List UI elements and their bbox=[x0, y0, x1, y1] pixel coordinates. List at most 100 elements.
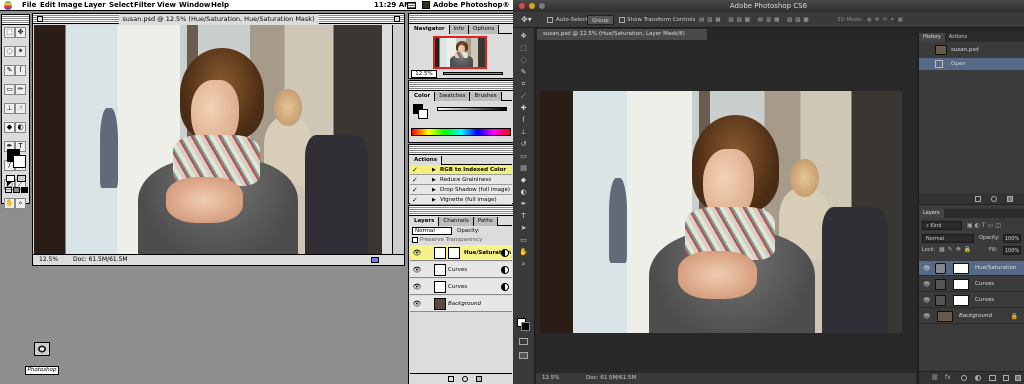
eraser-tool-icon[interactable]: ▭ bbox=[4, 84, 15, 95]
blur-tool-icon[interactable]: ◆ bbox=[518, 176, 529, 185]
navigator-thumbnail[interactable] bbox=[433, 36, 487, 69]
layer-row[interactable]: 👁 Curves bbox=[919, 293, 1024, 308]
tab-layers[interactable]: Layers bbox=[410, 217, 440, 226]
folder-icon[interactable] bbox=[989, 375, 996, 381]
lasso-tool-icon[interactable]: ◌ bbox=[518, 56, 529, 65]
menu-window[interactable]: Window bbox=[179, 0, 210, 11]
layer-row[interactable]: 👁 Curves bbox=[919, 277, 1024, 292]
group-select[interactable]: Group bbox=[587, 15, 614, 25]
fx-icon[interactable]: fx bbox=[945, 374, 951, 381]
layer-row[interactable]: 👁 Hue/Saturation bbox=[919, 261, 1024, 276]
mask-thumb[interactable] bbox=[953, 279, 969, 290]
action-item[interactable]: ✓ ▶ Vignette (full image) bbox=[410, 195, 512, 205]
background-color-swatch[interactable] bbox=[521, 322, 530, 331]
align-buttons-icon[interactable]: ▤▥▦ ▧▨▩ ▤▥▦ ▧▨▩ bbox=[699, 12, 812, 28]
screen-mode-full-menu-icon[interactable] bbox=[13, 187, 20, 193]
move-tool-preset-icon[interactable]: ✥▾ bbox=[521, 12, 532, 28]
color-bg-swatch[interactable] bbox=[418, 109, 428, 119]
navigator-zoom-slider[interactable] bbox=[443, 72, 503, 75]
mask-thumb[interactable] bbox=[953, 295, 969, 306]
mask-thumb[interactable] bbox=[953, 263, 969, 274]
standard-mode-icon[interactable] bbox=[6, 175, 15, 182]
eye-icon[interactable]: 👁 bbox=[412, 296, 422, 312]
quick-select-icon[interactable]: ✎ bbox=[518, 68, 529, 77]
move-tool-icon[interactable]: ✥ bbox=[15, 27, 26, 38]
action-item[interactable]: ✓ ▶ Reduce Graininess bbox=[410, 175, 512, 185]
close-button-icon[interactable] bbox=[519, 3, 525, 9]
menu-file[interactable]: File bbox=[22, 0, 36, 11]
layer-filter-icons[interactable]: ▣◐T▭◫ bbox=[967, 222, 1003, 229]
auto-select-checkbox[interactable] bbox=[547, 17, 553, 23]
marquee-tool-icon[interactable]: ⬚ bbox=[4, 27, 15, 38]
move-tool-icon[interactable]: ✥ bbox=[518, 32, 529, 41]
blend-mode-select[interactable]: Normal bbox=[412, 227, 452, 235]
crop-tool-icon[interactable]: ⌗ bbox=[518, 80, 529, 89]
cs6-canvas-area[interactable] bbox=[536, 40, 916, 372]
menu-filter[interactable]: Filter bbox=[134, 0, 155, 11]
expand-triangle-icon[interactable]: ▶ bbox=[432, 195, 436, 205]
blend-mode-select[interactable]: Normal bbox=[922, 234, 974, 243]
eyedropper-tool-icon[interactable]: ⟋ bbox=[518, 92, 529, 101]
preserve-transparency-checkbox[interactable] bbox=[412, 237, 418, 243]
screen-mode-full-icon[interactable] bbox=[21, 187, 28, 193]
menu-help[interactable]: Help bbox=[211, 0, 229, 11]
paintbrush-tool-icon[interactable]: ſ bbox=[15, 65, 26, 76]
expand-triangle-icon[interactable]: ▶ bbox=[432, 185, 436, 195]
eye-icon[interactable]: 👁 bbox=[412, 279, 422, 295]
eye-icon[interactable]: 👁 bbox=[923, 293, 931, 308]
add-mask-icon[interactable] bbox=[961, 375, 967, 381]
dodge-tool-icon[interactable]: ◐ bbox=[518, 188, 529, 197]
tab-paths[interactable]: Paths bbox=[473, 217, 498, 226]
pencil-tool-icon[interactable]: ✏ bbox=[15, 84, 26, 95]
lock-icons[interactable]: ▦✎✥🔒 bbox=[939, 246, 974, 253]
eye-icon[interactable]: 👁 bbox=[923, 277, 931, 292]
eye-icon[interactable]: 👁 bbox=[923, 261, 931, 276]
tab-actions[interactable]: Actions bbox=[410, 156, 442, 165]
action-item[interactable]: ✓ ▶ Drop Shadow (full image) bbox=[410, 185, 512, 195]
layer-row[interactable]: 👁 Hue/Saturation bbox=[410, 245, 512, 261]
eye-icon[interactable]: 👁 bbox=[412, 245, 422, 261]
hand-tool-icon[interactable]: ✋ bbox=[4, 198, 15, 209]
menu-image[interactable]: Image bbox=[58, 0, 82, 11]
mask-icon[interactable] bbox=[462, 376, 468, 382]
zoom-tool-icon[interactable]: ⌕ bbox=[15, 198, 26, 209]
checkmark-icon[interactable]: ✓ bbox=[412, 185, 420, 195]
dodge-tool-icon[interactable]: ◐ bbox=[15, 122, 26, 133]
layer-filter-select[interactable]: ⌕ Kind bbox=[922, 221, 962, 230]
tab-channels[interactable]: Channels bbox=[439, 217, 474, 226]
tab-options[interactable]: Options bbox=[468, 25, 500, 34]
toolbox-titlebar[interactable] bbox=[2, 15, 29, 25]
menu-edit[interactable]: Edit bbox=[40, 0, 56, 11]
new-layer-icon[interactable] bbox=[1003, 375, 1009, 381]
flag-icon[interactable] bbox=[407, 2, 416, 9]
scroll-right-arrow-icon[interactable] bbox=[371, 257, 379, 263]
zoom-button-icon[interactable] bbox=[539, 3, 545, 9]
history-brush-icon[interactable]: ↺ bbox=[518, 140, 529, 149]
navigator-zoom-field[interactable]: 12.5% bbox=[411, 70, 437, 78]
vertical-scrollbar[interactable] bbox=[392, 25, 404, 255]
action-item[interactable]: ✓ ▶ RGB to Indexed Color bbox=[410, 165, 512, 175]
tab-layers[interactable]: Layers bbox=[919, 209, 944, 218]
layer-row[interactable]: 👁 Curves bbox=[410, 262, 512, 278]
apple-icon[interactable] bbox=[4, 1, 12, 10]
eye-icon[interactable]: 👁 bbox=[412, 262, 422, 278]
layer-row[interactable]: 👁 Background bbox=[410, 296, 512, 312]
minimize-button-icon[interactable] bbox=[529, 3, 535, 9]
gradient-tool-icon[interactable]: ▤ bbox=[518, 164, 529, 173]
smudge-tool-icon[interactable]: ☝ bbox=[15, 103, 26, 114]
document-canvas-photo[interactable] bbox=[540, 91, 902, 333]
navigator-titlebar[interactable] bbox=[409, 14, 513, 24]
stamp-tool-icon[interactable]: ⊥ bbox=[4, 103, 15, 114]
color-ramp[interactable] bbox=[411, 128, 511, 136]
healing-tool-icon[interactable]: ✚ bbox=[518, 104, 529, 113]
eye-icon[interactable]: 👁 bbox=[923, 309, 931, 324]
color-titlebar[interactable] bbox=[409, 81, 513, 91]
3d-mode-icons[interactable]: ◉✥⟲✦▣ bbox=[867, 12, 906, 28]
tab-info[interactable]: Info bbox=[449, 25, 469, 34]
pen-tool-icon[interactable]: ✒ bbox=[518, 200, 529, 209]
cs6-titlebar[interactable]: Adobe Photoshop CS6 bbox=[513, 0, 1024, 12]
tab-navigator[interactable]: Navigator bbox=[410, 25, 450, 34]
blur-tool-icon[interactable]: ◆ bbox=[4, 122, 15, 133]
quickmask-icon[interactable] bbox=[519, 338, 528, 345]
document-canvas-photo[interactable] bbox=[34, 25, 382, 255]
